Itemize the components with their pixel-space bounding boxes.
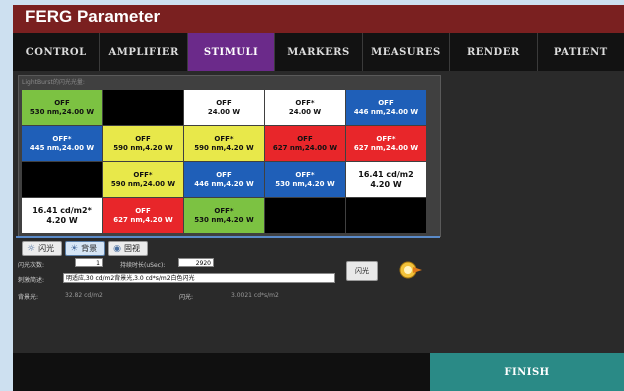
stimulus-cell[interactable]: OFF 627 nm,4.20 W (103, 198, 183, 233)
stimulus-cell-params: 627 nm,4.20 W (113, 215, 173, 224)
stimulus-cell[interactable]: OFF 446 nm,24.00 W (346, 90, 426, 125)
flash-value: 3.0021 cd*s/m2 (231, 292, 279, 299)
panel-caption: LightBurst的闪光光量: (22, 79, 85, 86)
main-tabs: CONTROL AMPLIFIER STIMULI MARKERS MEASURES RE… (13, 33, 624, 71)
stimulus-cell-params: 627 nm,24.00 W (353, 143, 419, 152)
tab-control[interactable]: CONTROL (13, 33, 101, 71)
stimulus-cell[interactable]: OFF 24.00 W (184, 90, 264, 125)
stimulus-cell-state: OFF (378, 98, 394, 107)
flash-count-input[interactable]: 1 (75, 258, 103, 267)
stimulus-cell-state: OFF (54, 98, 70, 107)
flash-count-label: 闪光次数: (18, 262, 45, 269)
stimulus-cell[interactable]: OFF* 530 nm,4.20 W (265, 162, 345, 197)
stimulus-cell[interactable] (22, 162, 102, 197)
stimulus-cell[interactable]: OFF* 590 nm,4.20 W (184, 126, 264, 161)
stimulus-cell-state: OFF (135, 134, 151, 143)
flash-icon: ☼ (27, 243, 36, 254)
stimulus-cell-params: 590 nm,24.00 W (110, 179, 176, 188)
stimulus-cell-params: 24.00 W (288, 107, 322, 116)
stimulus-cell[interactable]: OFF 530 nm,24.00 W (22, 90, 102, 125)
stimulus-cell-state: OFF (216, 98, 232, 107)
stimulus-cell-state: OFF* (295, 98, 315, 107)
stimulus-cell-params: 446 nm,4.20 W (194, 179, 254, 188)
finish-button[interactable]: FINISH (430, 353, 624, 391)
tab-render[interactable]: RENDER (450, 33, 538, 71)
main-window: FERG Parameter CONTROL AMPLIFIER STIMULI MA… (13, 5, 624, 391)
duration-input[interactable]: 2920 (178, 258, 214, 267)
sub-tabs: ☼ 闪光 ☀ 背景 ◉ 固视 (22, 241, 149, 256)
subtab-label: 背景 (81, 244, 98, 253)
background-value: 32.82 cd/m2 (65, 292, 103, 299)
stimulus-cell[interactable]: OFF 627 nm,24.00 W (265, 126, 345, 161)
stimulus-cell[interactable]: OFF* 445 nm,24.00 W (22, 126, 102, 161)
subtab-label: 闪光 (38, 244, 55, 253)
stimulus-cell-state: OFF* (133, 170, 153, 179)
stimulus-cell-state: OFF* (214, 134, 234, 143)
run-stimulus-icon[interactable] (398, 258, 424, 282)
stimulus-cell-state: OFF* (376, 134, 396, 143)
stimulus-cell[interactable] (346, 198, 426, 233)
stimulus-cell-state: OFF* (52, 134, 72, 143)
duration-label: 持续时长(uSec): (120, 262, 166, 269)
stimulus-cell-state: OFF (216, 170, 232, 179)
panel-divider (16, 236, 440, 238)
tab-measures[interactable]: MEASURES (362, 33, 451, 71)
eye-icon: ◉ (113, 243, 122, 254)
stimulus-cell-params: 4.20 W (370, 179, 402, 189)
stimulus-cell-params: 446 nm,24.00 W (353, 107, 419, 116)
flash-label: 闪光: (179, 294, 194, 301)
subtab-bulb[interactable]: ☀ 背景 (65, 241, 106, 256)
tab-amplifier[interactable]: AMPLIFIER (100, 33, 188, 71)
stimulus-cell[interactable]: OFF* 530 nm,4.20 W (184, 198, 264, 233)
description-label: 刺激简述: (18, 277, 45, 284)
stimuli-panel: LightBurst的闪光光量: OFF 530 nm,24.00 W OFF 24.… (18, 75, 441, 237)
stimulus-cell-state: 16.41 cd/m2* (32, 205, 92, 215)
stimulus-cell-params: 590 nm,4.20 W (194, 143, 254, 152)
stimulus-cell-state: OFF (135, 206, 151, 215)
stimulus-cell-params: 530 nm,24.00 W (29, 107, 95, 116)
background-label: 背景光: (18, 294, 39, 301)
stimulus-cell-params: 530 nm,4.20 W (275, 179, 335, 188)
stimulus-cell-state: OFF* (295, 170, 315, 179)
title-bar: FERG Parameter (13, 5, 624, 33)
subtab-label: 固视 (124, 244, 141, 253)
bulb-icon: ☀ (70, 243, 79, 254)
stimulus-cell-state: 16.41 cd/m2 (358, 169, 414, 179)
stimulus-cell[interactable] (103, 90, 183, 125)
stimulus-cell-state: OFF (297, 134, 313, 143)
stimulus-cell-params: 590 nm,4.20 W (113, 143, 173, 152)
stimulus-cell-state: OFF* (214, 206, 234, 215)
window-title: FERG Parameter (25, 7, 161, 26)
stimulus-cell[interactable]: 16.41 cd/m2* 4.20 W (22, 198, 102, 233)
tab-patient[interactable]: PATIENT (537, 33, 624, 71)
stimulus-cell[interactable]: OFF* 24.00 W (265, 90, 345, 125)
subtab-flash[interactable]: ☼ 闪光 (22, 241, 63, 256)
subtab-eye[interactable]: ◉ 固视 (108, 241, 149, 256)
stimulus-cell-params: 627 nm,24.00 W (272, 143, 338, 152)
stimulus-cell-params: 530 nm,4.20 W (194, 215, 254, 224)
tab-markers[interactable]: MARKERS (275, 33, 363, 71)
stimulus-grid: OFF 530 nm,24.00 W OFF 24.00 W OFF* 24.00 W OF… (22, 90, 426, 233)
stimulus-cell-params: 24.00 W (207, 107, 241, 116)
description-input[interactable]: 明适应,30 cd/m2背景光,3.0 cd*s/m2白色闪光 (63, 273, 335, 283)
stimulus-cell[interactable] (265, 198, 345, 233)
stimulus-cell[interactable]: OFF* 627 nm,24.00 W (346, 126, 426, 161)
stimulus-cell[interactable]: OFF 446 nm,4.20 W (184, 162, 264, 197)
stimulus-cell-params: 4.20 W (46, 215, 78, 225)
stimulus-cell[interactable]: OFF* 590 nm,24.00 W (103, 162, 183, 197)
stimulus-cell-params: 445 nm,24.00 W (29, 143, 95, 152)
flash-button[interactable]: 闪光 (346, 261, 378, 281)
stimulus-cell[interactable]: OFF 590 nm,4.20 W (103, 126, 183, 161)
stimulus-cell[interactable]: 16.41 cd/m2 4.20 W (346, 162, 426, 197)
tab-stimuli[interactable]: STIMULI (187, 33, 276, 71)
